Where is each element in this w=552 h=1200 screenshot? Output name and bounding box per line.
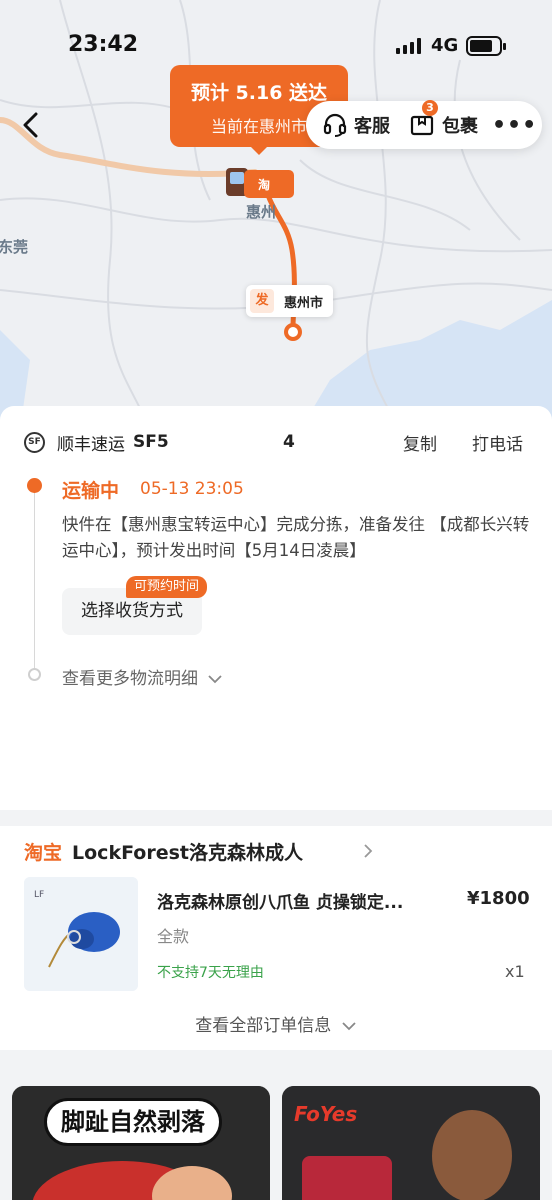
sf-express-icon: SF [24, 431, 45, 453]
tracking-number-tail: 4 [283, 432, 295, 452]
package-icon [410, 115, 434, 136]
chevron-down-icon [208, 675, 223, 684]
timeline-current-dot [27, 478, 42, 493]
truck-logo: 淘 [258, 178, 271, 192]
order-card: 淘宝 LockForest洛克森林成人 LF 洛克森林原创八爪鱼 贞操锁定...… [0, 826, 552, 1050]
top-action-pill: 客服 3 包裹 ••• [306, 100, 542, 149]
product-price: ¥1800 [467, 888, 530, 909]
packages-label: 包裹 [442, 116, 478, 137]
customer-service-button[interactable]: 客服 [322, 112, 390, 138]
tracking-number-head: SF5 [133, 432, 169, 452]
packages-button[interactable]: 3 包裹 [410, 100, 478, 138]
tracking-status-time: 05-13 23:05 [140, 479, 244, 499]
ad-left-headline: 脚趾自然剥落 [44, 1098, 222, 1146]
signal-icon [396, 38, 421, 54]
timeline-more-dot [28, 668, 41, 681]
product-name[interactable]: 洛克森林原创八爪鱼 贞操锁定... [157, 888, 457, 913]
battery-icon [466, 36, 506, 56]
product-thumbnail[interactable]: LF [24, 877, 138, 991]
shop-row[interactable]: 淘宝 LockForest洛克森林成人 [24, 838, 303, 865]
call-button[interactable]: 打电话 [472, 430, 523, 455]
origin-tag: 发 [250, 289, 274, 313]
origin-name: 惠州市 [284, 295, 324, 311]
network-label: 4G [431, 35, 459, 56]
product-spec: 全款 [157, 927, 190, 946]
carrier-name: 顺丰速运 [57, 434, 125, 455]
copy-button[interactable]: 复制 [403, 430, 437, 455]
shop-name: LockForest洛克森林成人 [72, 842, 303, 864]
more-logistics-label: 查看更多物流明细 [62, 669, 198, 689]
eta-title: 预计 5.16 送达 [190, 82, 328, 104]
view-all-orders-label: 查看全部订单信息 [195, 1016, 332, 1036]
ad-card-right[interactable]: FoYes [282, 1086, 540, 1200]
headset-icon [323, 113, 347, 137]
city-label-huizhou: 惠州 [246, 203, 277, 221]
status-time: 23:42 [68, 32, 139, 57]
timeline-line [34, 490, 35, 676]
appointment-tag: 可预约时间 [126, 576, 208, 598]
more-logistics-link[interactable]: 查看更多物流明细 [62, 664, 223, 689]
product-quantity: x1 [505, 962, 525, 981]
no-return-badge: 不支持7天无理由 [157, 965, 264, 981]
tracking-card: SF 顺丰速运 SF5 4 复制 打电话 运输中 05-13 23:05 快件在… [0, 406, 552, 810]
back-arrow-icon[interactable] [16, 108, 46, 142]
logistics-map[interactable]: 23:42 4G 预计 5.16 送达 当前在惠州市 客服 3 包裹 ••• 东… [0, 0, 552, 430]
product-image: LF [24, 877, 138, 991]
ad-card-left[interactable]: 脚趾自然剥落 [12, 1086, 270, 1200]
chevron-right-icon[interactable] [362, 842, 374, 860]
tracking-status: 运输中 [62, 480, 120, 502]
chevron-down-icon [342, 1022, 356, 1031]
platform-label: 淘宝 [24, 842, 63, 864]
tracking-detail: 快件在【惠州惠宝转运中心】完成分拣，准备发往 【成都长兴转运中心】，预计发出时间… [62, 515, 530, 560]
packages-badge: 3 [422, 100, 438, 116]
ad-right-logo: FoYes [294, 1102, 358, 1126]
city-label-dongguan: 东莞 [0, 238, 29, 256]
customer-service-label: 客服 [354, 116, 390, 137]
svg-text:LF: LF [34, 890, 44, 900]
origin-marker: 发 惠州市 [246, 285, 334, 317]
more-options-icon[interactable]: ••• [492, 113, 537, 138]
view-all-orders-link[interactable]: 查看全部订单信息 [0, 1011, 552, 1036]
carrier-row: SF 顺丰速运 SF5 4 复制 打电话 [24, 430, 534, 455]
